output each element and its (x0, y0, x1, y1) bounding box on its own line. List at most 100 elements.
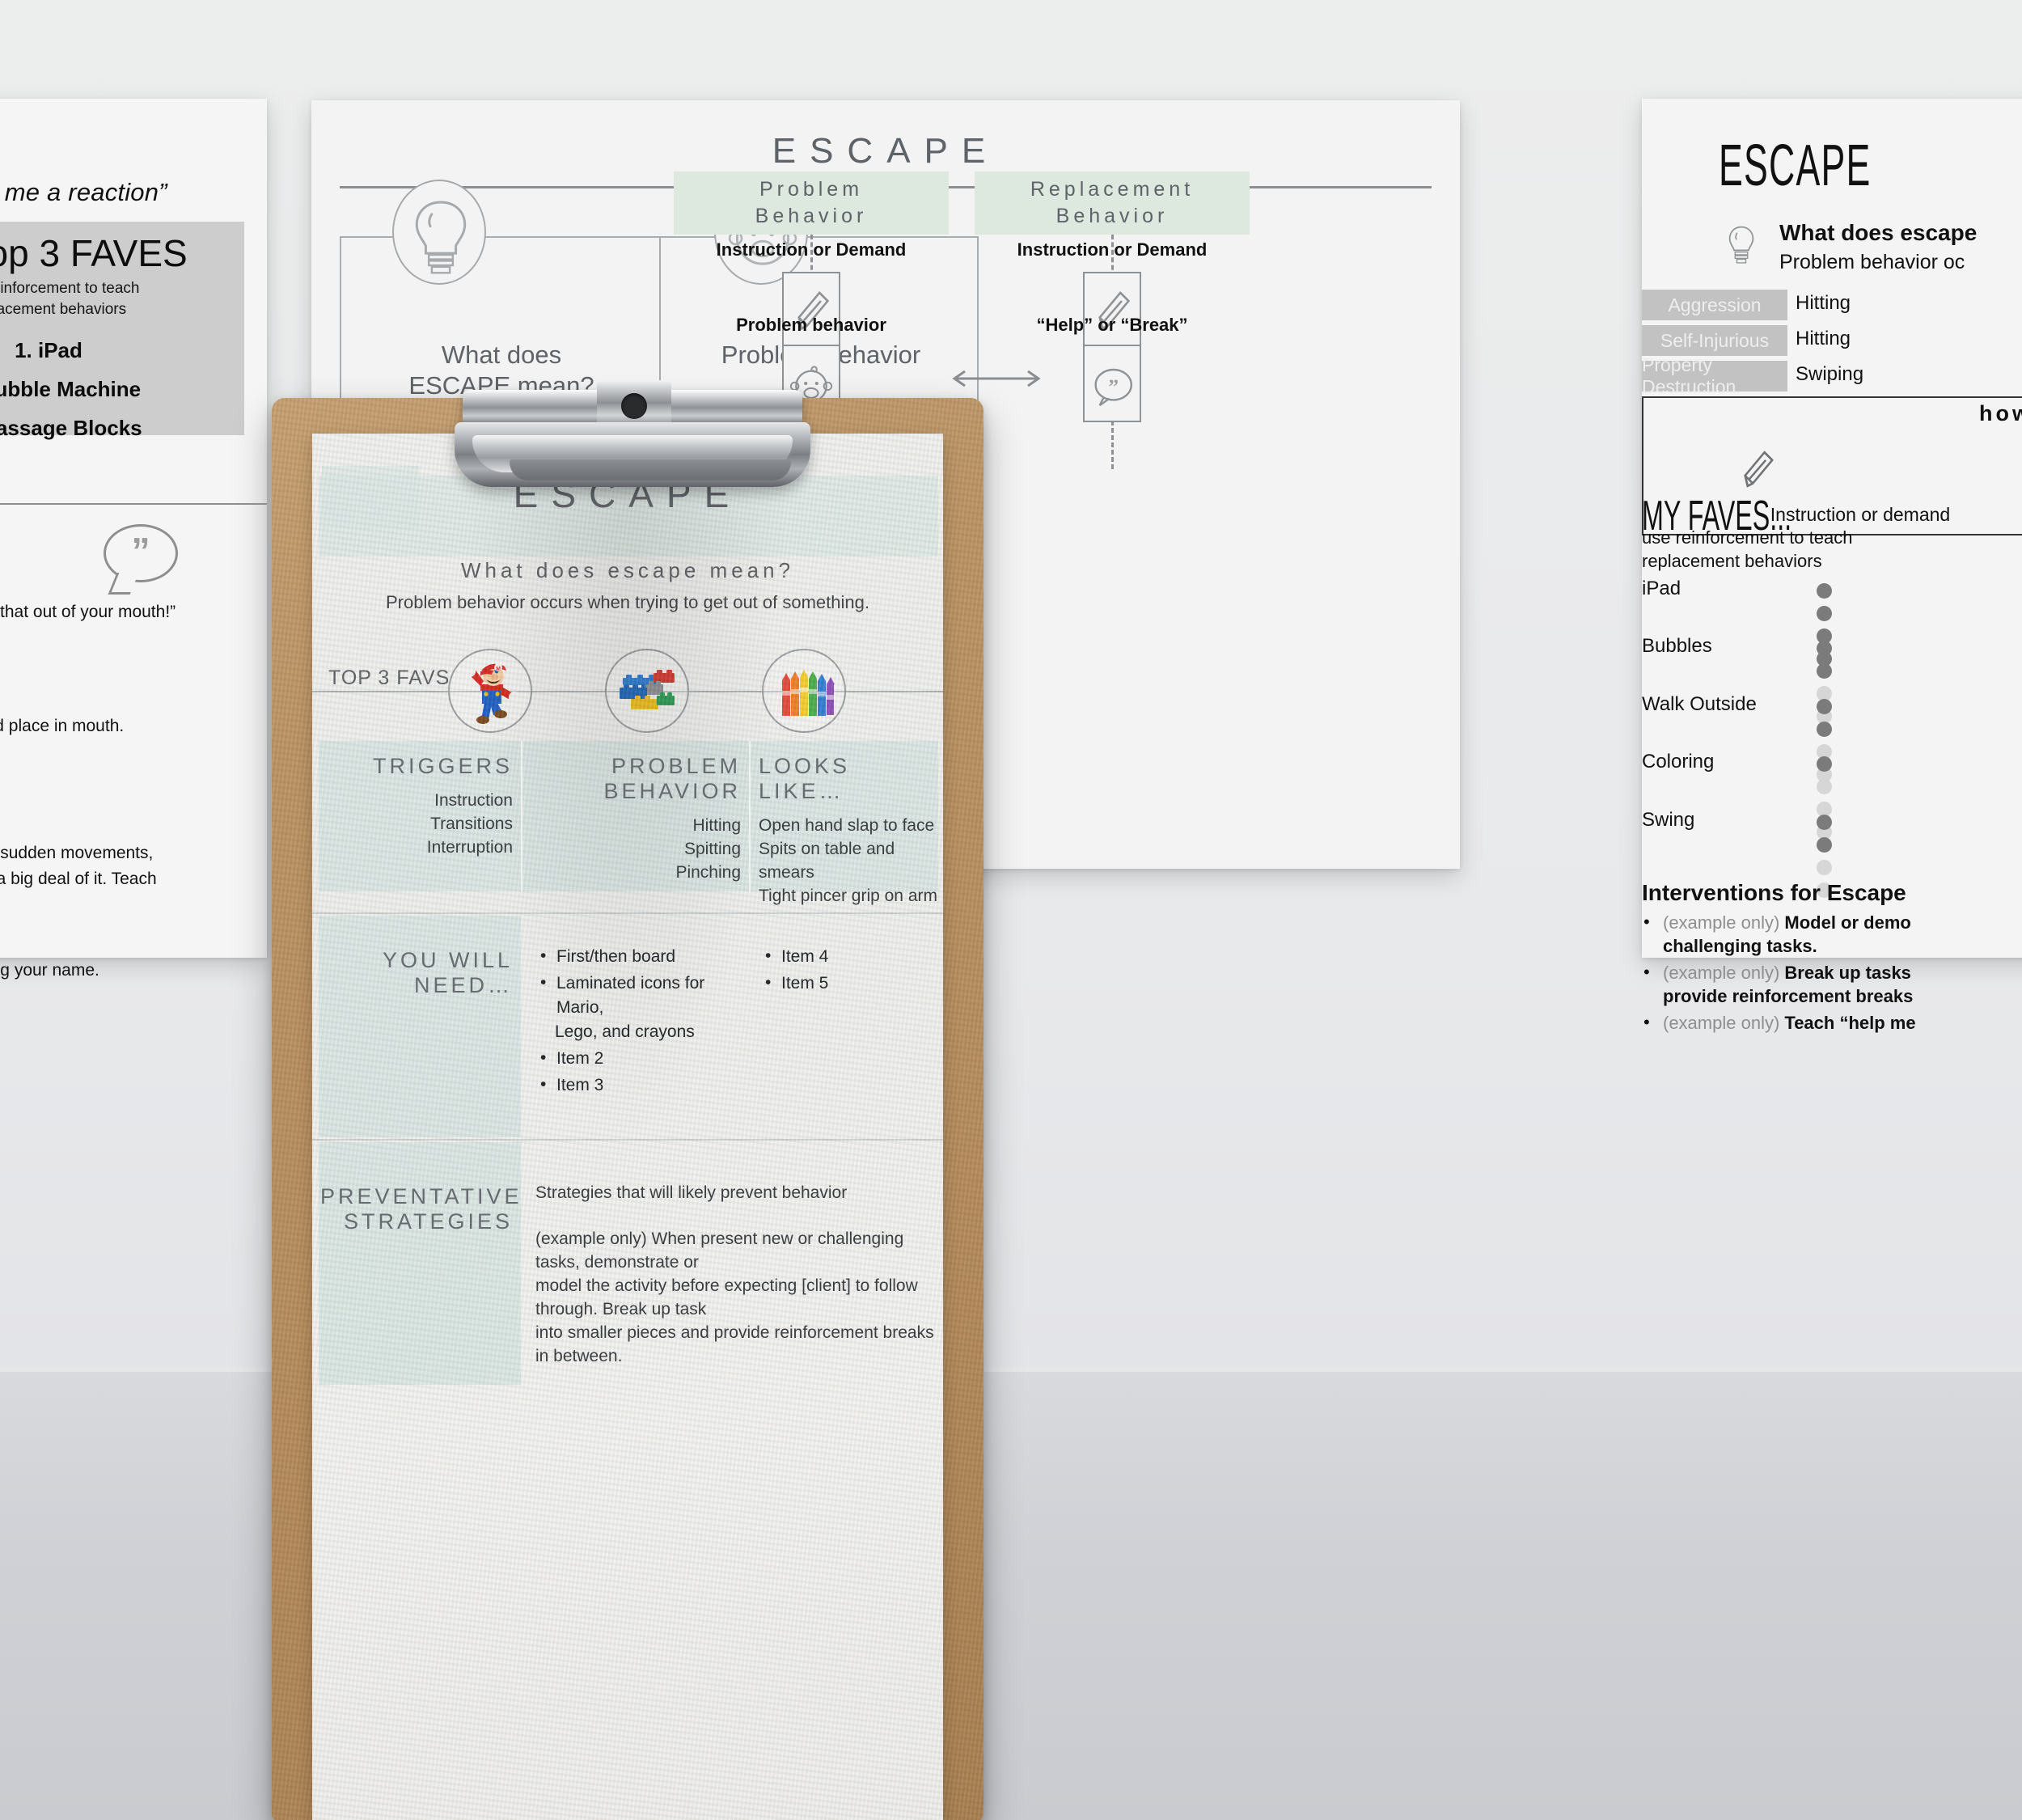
list-item: Bubbles (1642, 635, 1832, 725)
intervention-prefix: (example only) (1663, 963, 1785, 983)
replacement-behavior-header-2: Behavior (1055, 205, 1169, 227)
list-item-cont: Lego, and crayons (555, 1022, 695, 1041)
intervention-text: Model or demo (1784, 912, 1911, 933)
problem-step1-label: Instruction or Demand (716, 239, 907, 260)
right-row-label-aggression: Aggression (1642, 290, 1787, 320)
list-item: Instruction (434, 791, 513, 810)
you-will-need-list-col2: Item 4 Item 5 (762, 944, 924, 998)
list-item: Item 5 (762, 971, 924, 996)
left-body-line-6: e hand or teach using your name. (0, 961, 99, 980)
escape-plan-form: ESCAPE What does escape mean? Problem be… (312, 434, 943, 1820)
clip-hole (621, 393, 647, 419)
list-item: Item 3 (537, 1073, 747, 1098)
preventative-body-3: into smaller pieces and provide reinforc… (535, 1323, 934, 1365)
list-item: First/then board (537, 944, 747, 969)
list-item: Open hand slap to face (759, 816, 935, 835)
list-item: Pinching (675, 863, 741, 882)
right-question: What does escape (1779, 220, 1978, 245)
intervention-text: challenging tasks. (1663, 936, 1817, 956)
right-faves-sub-1: use reinforcement to teach (1642, 527, 1853, 548)
list-item: 3. Massage Blocks (0, 416, 142, 440)
left-faves-list: 1. iPad 2. Bubble Machine 3. Massage Blo… (0, 338, 244, 441)
right-fave-label-coloring: Coloring (1642, 751, 1715, 772)
band-divider-2 (749, 741, 751, 891)
right-row-value-property-destruction: Swiping (1796, 363, 1864, 385)
list-item: (example only) Teach “help me (1642, 1010, 2022, 1035)
left-speech-quote: “Take that out of your mouth!” (0, 603, 176, 621)
right-document-sheet: ESCAPE What does escape Problem behavior… (1642, 99, 2022, 1034)
replacement-step2-label: “Help” or “Break” (1036, 315, 1188, 335)
list-item: Walk Outside (1642, 693, 1832, 783)
section-divider-2 (312, 1139, 943, 1141)
preventative-band (319, 1142, 521, 1385)
list-item: (example only) Break up tasks (1642, 960, 2022, 984)
clipboard-clip[interactable] (455, 380, 810, 487)
intervention-prefix: (example only) (1663, 912, 1785, 933)
left-faves-sub1: use reinforcement to teach (0, 280, 140, 297)
form-subtitle: What does escape mean? (460, 558, 795, 582)
list-item: Swing (1642, 809, 1832, 899)
svg-text:M: M (496, 667, 501, 672)
list-item: 1. iPad (15, 338, 82, 362)
you-will-need-list-col1: First/then board Laminated icons for Mar… (537, 944, 747, 1100)
right-howto-title: how to (1979, 401, 2022, 425)
clipboard: ESCAPE What does escape mean? Problem be… (272, 380, 984, 1820)
intervention-text: Break up tasks (1784, 963, 1911, 983)
preventative-heading-1: PREVENTATIVE (320, 1184, 522, 1208)
right-interventions-title: Interventions for Escape (1642, 880, 1906, 905)
right-row-value-aggression: Hitting (1796, 292, 1851, 314)
right-faves-subtitle: use reinforcement to teach replacement b… (1642, 526, 1852, 573)
right-fave-label-bubbles: Bubbles (1642, 635, 1712, 657)
left-top-faves-box: My Top 3 FAVES use reinforcement to teac… (0, 222, 244, 440)
replacement-behavior-header-1: Replacement (1030, 178, 1195, 201)
flow-dashed-6 (1111, 421, 1114, 469)
triggers-heading: TRIGGERS (372, 754, 513, 778)
right-fave-label-swing: Swing (1642, 809, 1695, 831)
pencil-icon (782, 272, 840, 349)
right-title: ESCAPE (1719, 133, 1872, 198)
problem-behavior-header-1: Problem (759, 178, 864, 201)
center-title: ESCAPE (772, 131, 1000, 171)
right-fave-label-walk-outside: Walk Outside (1642, 693, 1757, 715)
preventative-body: Strategies that will likely prevent beha… (535, 1181, 940, 1368)
replacement-behavior-header-box: Replacement Behavior (975, 171, 1250, 235)
quote-bubble-icon: ” (104, 524, 178, 582)
right-faves-sub-2: replacement behaviors (1642, 551, 1822, 571)
list-item: provide reinforcement breaks (1642, 984, 2022, 1008)
left-body-line-5: ead of mouthing. (0, 893, 283, 917)
pencil-icon (1083, 272, 1141, 349)
list-item: iPad (1642, 578, 1832, 667)
left-faves-title: My Top 3 FAVES (0, 232, 188, 274)
clip-void (510, 459, 791, 480)
list-item: Interruption (426, 838, 513, 857)
lightbulb-icon (392, 180, 486, 285)
list-item: (example only) Model or demo (1642, 910, 2022, 934)
list-item: Spitting (683, 840, 741, 858)
triggers-section: TRIGGERS Instruction Transitions Interru… (328, 754, 513, 859)
form-subtitle-desc: Problem behavior occurs when trying to g… (386, 592, 869, 612)
right-row-value-self-injurious: Hitting (1796, 328, 1851, 349)
you-will-need-heading-1: YOU WILL (382, 948, 513, 972)
left-body-line-2: are paying attention (0, 767, 283, 791)
left-faves-sub2: replacement behaviors (0, 301, 127, 318)
replacement-step1-label: Instruction or Demand (1017, 239, 1208, 260)
left-body-line-3: y reactions. Without sudden movements, (0, 844, 154, 862)
list-item: Laminated icons for Mario, Lego, and cra… (537, 971, 747, 1044)
left-body-line-1: s to grab objects and place in mouth. (0, 717, 125, 735)
preventative-intro: Strategies that will likely prevent beha… (535, 1183, 848, 1202)
you-will-need-heading-2: NEED… (413, 973, 513, 997)
right-fave-label-ipad: iPad (1642, 578, 1681, 599)
clip-body (455, 422, 810, 487)
mario-icon: M (448, 649, 532, 733)
top-favs-label: TOP 3 FAVS (328, 667, 451, 689)
looks-like-section: LOOKS LIKE… Open hand slap to face Spits… (759, 754, 938, 908)
double-arrow-icon (944, 369, 1049, 388)
preventative-body-1: (example only) When present new or chall… (535, 1230, 904, 1272)
right-row-label-property-destruction: Property Destruction (1642, 354, 1787, 397)
clip-inner-plate (472, 435, 793, 480)
right-interventions-list: (example only) Model or demochallenging … (1642, 910, 2022, 1038)
speech-quote-icon: ” (1083, 345, 1141, 422)
band-divider-1 (521, 741, 522, 891)
intervention-text: Teach “help me (1784, 1013, 1916, 1033)
problem-behavior-header-box: Problem Behavior (674, 171, 949, 235)
